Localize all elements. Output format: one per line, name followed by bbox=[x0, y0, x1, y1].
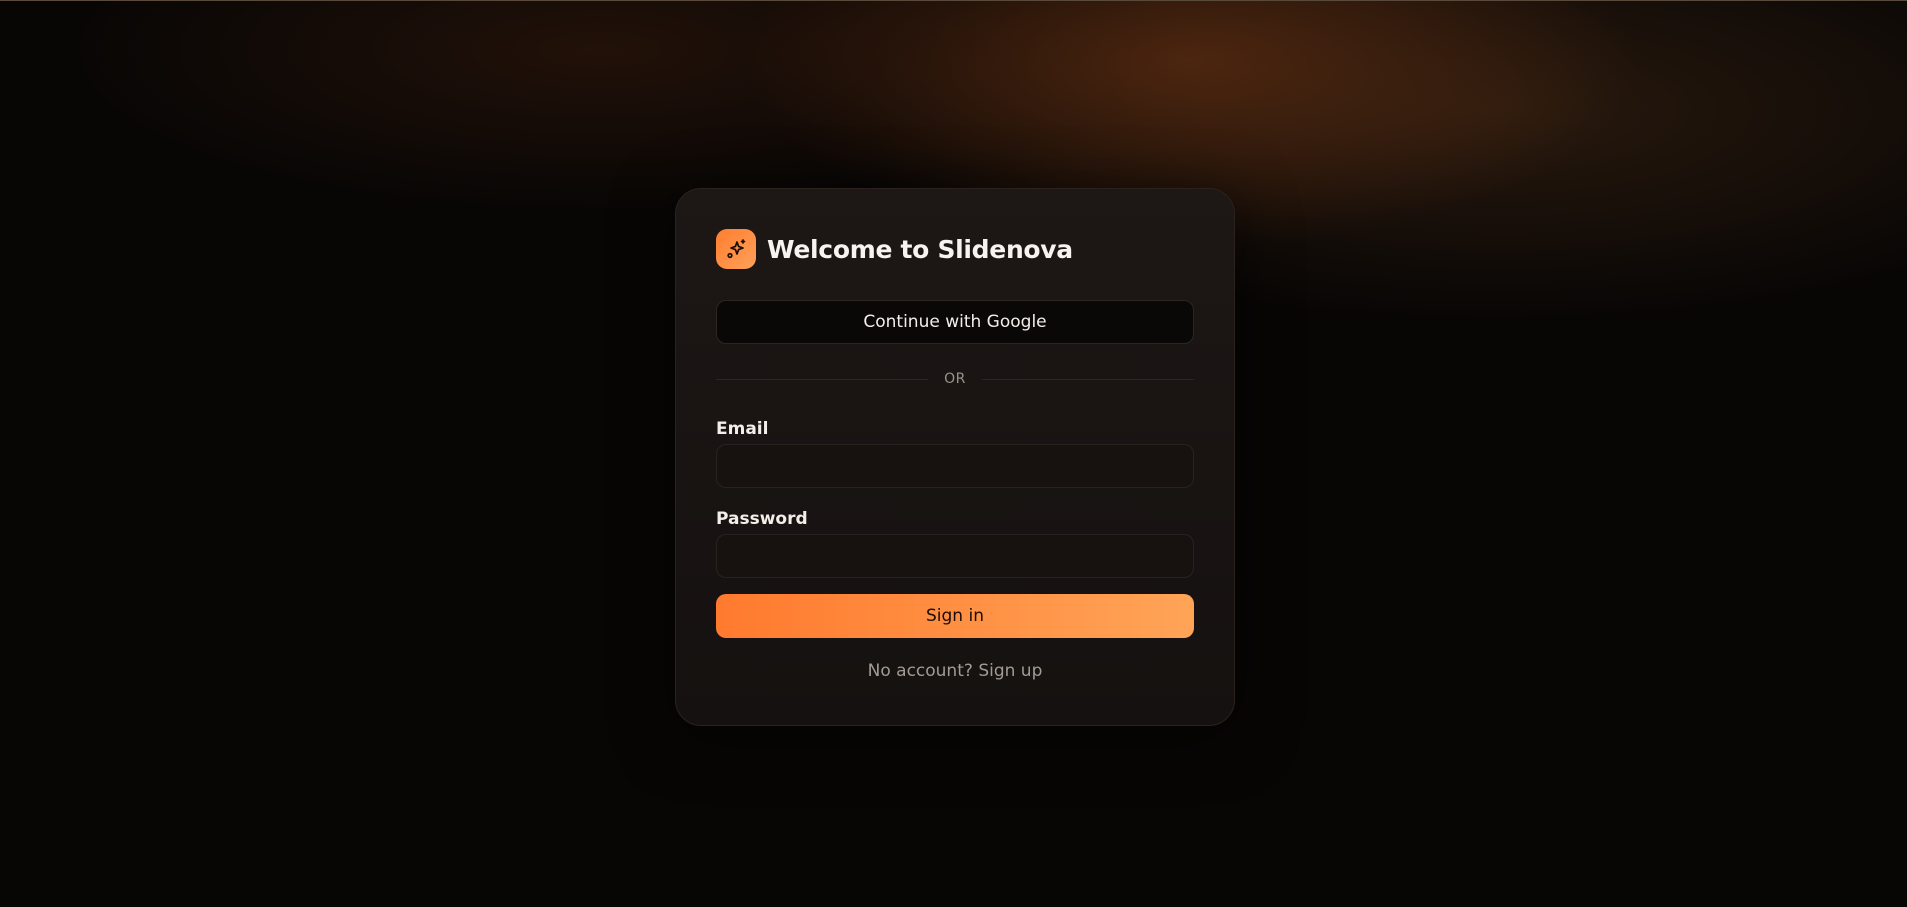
card-header: Welcome to Slidenova bbox=[716, 229, 1073, 269]
page-title: Welcome to Slidenova bbox=[767, 234, 1073, 264]
divider-label: OR bbox=[944, 371, 966, 387]
signup-prompt-text: No account? bbox=[867, 661, 973, 681]
password-label: Password bbox=[716, 509, 808, 529]
sign-in-button[interactable]: Sign in bbox=[716, 594, 1194, 638]
password-field[interactable] bbox=[716, 534, 1194, 578]
or-divider: OR bbox=[716, 369, 1194, 389]
email-label: Email bbox=[716, 419, 769, 439]
continue-with-google-button[interactable]: Continue with Google bbox=[716, 300, 1194, 344]
top-edge-line bbox=[0, 0, 1907, 1]
sign-up-link[interactable]: Sign up bbox=[978, 661, 1042, 681]
login-card: Welcome to Slidenova Continue with Googl… bbox=[675, 188, 1235, 726]
divider-line-left bbox=[716, 378, 929, 380]
sparkles-icon bbox=[716, 229, 756, 269]
divider-line-right bbox=[981, 378, 1194, 380]
email-field[interactable] bbox=[716, 444, 1194, 488]
signup-prompt-line: No account? Sign up bbox=[716, 661, 1194, 681]
